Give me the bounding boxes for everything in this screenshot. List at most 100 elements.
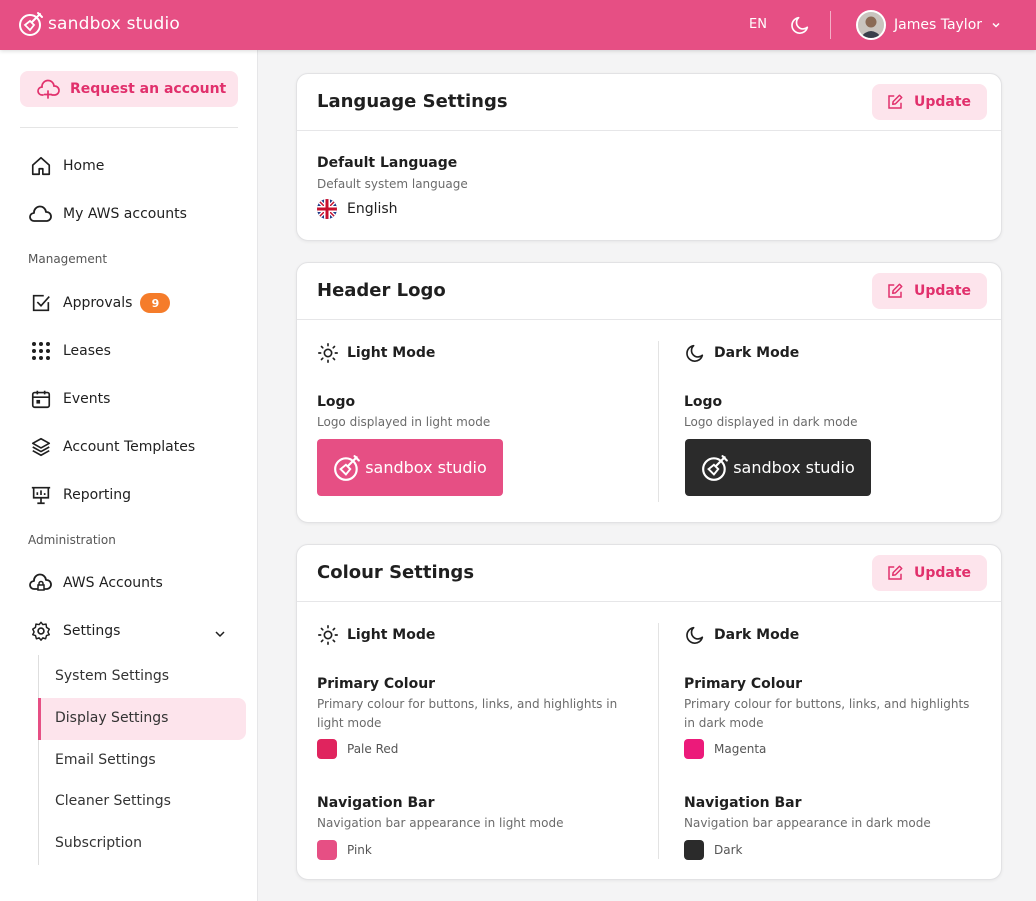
dark-logo-desc: Logo displayed in dark mode — [684, 415, 858, 429]
sidebar: Request an account Home My AWS accounts … — [0, 50, 258, 901]
sidebar-item-leases[interactable]: Leases — [28, 339, 111, 363]
moon-icon[interactable] — [789, 14, 811, 36]
dark-primary-title: Primary Colour — [684, 676, 803, 692]
gear-icon — [28, 619, 54, 643]
checkbox-icon — [28, 291, 54, 315]
sidebar-item-label: Settings — [63, 623, 121, 639]
logo-preview-text: sandbox studio — [365, 458, 487, 477]
default-language-title: Default Language — [317, 155, 458, 171]
administration-section-label: Administration — [28, 533, 116, 547]
subnav-system-settings[interactable]: System Settings — [55, 668, 169, 684]
sidebar-item-events[interactable]: Events — [28, 387, 110, 411]
sidebar-item-label: Home — [63, 158, 105, 174]
shovel-logo-icon — [19, 12, 43, 36]
update-label: Update — [914, 283, 972, 299]
grid-dots-icon — [28, 339, 54, 363]
dark-nav-desc: Navigation bar appearance in dark mode — [684, 816, 931, 830]
settings-subnav-line — [38, 655, 39, 865]
dark-nav-value: Dark — [684, 840, 742, 860]
card-title: Colour Settings — [317, 562, 475, 583]
dark-primary-desc: Primary colour for buttons, links, and h… — [684, 697, 970, 730]
card-header: Colour Settings Update — [297, 545, 1001, 602]
colour-swatch — [684, 840, 704, 860]
light-nav-desc: Navigation bar appearance in light mode — [317, 816, 564, 830]
user-menu[interactable]: James Taylor — [856, 10, 1001, 40]
dark-logo-preview: sandbox studio — [685, 439, 871, 496]
colour-name: Pale Red — [347, 742, 399, 756]
light-primary-value: Pale Red — [317, 739, 398, 759]
management-section-label: Management — [28, 252, 108, 266]
column-divider — [658, 341, 659, 502]
approvals-count-badge: 9 — [140, 293, 171, 313]
sidebar-item-label: Events — [63, 391, 111, 407]
language-settings-card: Language Settings Update Default Languag… — [296, 73, 1002, 241]
header-divider — [830, 11, 831, 39]
logo-preview-text: sandbox studio — [733, 458, 855, 477]
dark-primary-value: Magenta — [684, 739, 766, 759]
sidebar-divider — [20, 127, 238, 128]
calendar-icon — [28, 387, 54, 411]
default-language-desc: Default system language — [317, 177, 468, 191]
sidebar-item-label: My AWS accounts — [63, 206, 187, 222]
user-name: James Taylor — [894, 17, 983, 33]
sidebar-item-settings[interactable]: Settings — [28, 619, 120, 643]
dark-mode-heading: Dark Mode — [684, 342, 799, 364]
sidebar-item-label: Reporting — [63, 487, 132, 503]
shovel-logo-icon — [334, 454, 361, 481]
dark-mode-heading: Dark Mode — [684, 624, 799, 646]
light-primary-title: Primary Colour — [317, 676, 436, 692]
layers-icon — [28, 435, 54, 459]
sun-icon — [318, 343, 338, 363]
light-nav-title: Navigation Bar — [317, 795, 435, 811]
cloud-plus-icon — [37, 79, 60, 99]
edit-icon — [888, 565, 903, 580]
light-mode-heading: Light Mode — [317, 342, 435, 364]
subnav-subscription[interactable]: Subscription — [55, 835, 142, 851]
uk-flag-icon — [317, 199, 337, 219]
sidebar-item-approvals[interactable]: Approvals 9 — [28, 291, 171, 315]
update-logo-button[interactable]: Update — [872, 273, 987, 309]
chevron-down-icon — [992, 22, 1000, 28]
brand-logo[interactable]: sandbox studio — [18, 11, 180, 37]
colour-settings-card: Colour Settings Update Light Mode Primar… — [296, 544, 1002, 880]
language-value: English — [317, 199, 398, 219]
language-switcher[interactable]: EN — [749, 17, 767, 32]
sidebar-item-account-templates[interactable]: Account Templates — [28, 435, 195, 459]
chevron-down-icon[interactable] — [214, 628, 226, 640]
presentation-icon — [28, 483, 54, 507]
sidebar-item-label: AWS Accounts — [63, 575, 163, 591]
light-nav-value: Pink — [317, 840, 372, 860]
moon-icon — [686, 626, 704, 644]
cloud-icon — [28, 202, 54, 226]
request-account-button[interactable]: Request an account — [20, 71, 238, 107]
column-divider — [658, 623, 659, 859]
moon-icon — [686, 344, 704, 362]
edit-icon — [888, 94, 903, 109]
sidebar-item-my-aws-accounts[interactable]: My AWS accounts — [28, 202, 187, 226]
subnav-email-settings[interactable]: Email Settings — [55, 752, 156, 768]
colour-swatch — [684, 739, 704, 759]
sidebar-item-label: Approvals — [63, 295, 133, 311]
update-label: Update — [914, 94, 972, 110]
card-header: Header Logo Update — [297, 263, 1001, 320]
sidebar-item-label: Account Templates — [63, 439, 196, 455]
colour-name: Magenta — [714, 742, 767, 756]
light-mode-heading: Light Mode — [317, 624, 435, 646]
cloud-lock-icon — [28, 571, 54, 595]
sidebar-item-aws-accounts[interactable]: AWS Accounts — [28, 571, 163, 595]
subnav-display-settings[interactable]: Display Settings — [55, 710, 168, 726]
card-title: Language Settings — [317, 91, 508, 112]
sidebar-item-home[interactable]: Home — [28, 154, 104, 178]
subnav-cleaner-settings[interactable]: Cleaner Settings — [55, 793, 171, 809]
colour-swatch — [317, 739, 337, 759]
sidebar-item-reporting[interactable]: Reporting — [28, 483, 131, 507]
light-logo-preview: sandbox studio — [317, 439, 503, 496]
update-language-button[interactable]: Update — [872, 84, 987, 120]
update-label: Update — [914, 565, 972, 581]
update-colour-button[interactable]: Update — [872, 555, 987, 591]
language-value-label: English — [347, 201, 398, 217]
light-logo-desc: Logo displayed in light mode — [317, 415, 491, 429]
light-logo-title: Logo — [317, 394, 356, 410]
avatar — [856, 10, 886, 40]
header-logo-card: Header Logo Update Light Mode Logo Logo … — [296, 262, 1002, 523]
